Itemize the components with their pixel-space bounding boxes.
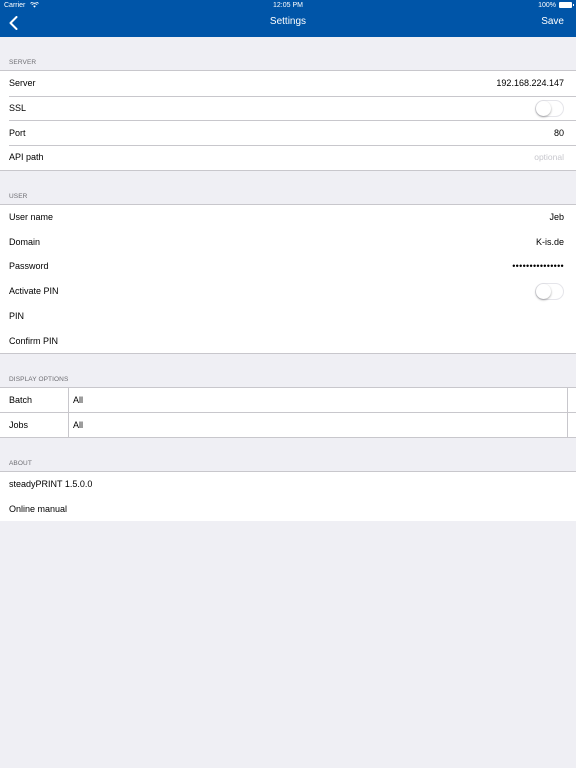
navigation-bar: Carrier 12:05 PM 100% Settings Save bbox=[0, 0, 576, 37]
confirm-pin-label: Confirm PIN bbox=[9, 335, 59, 346]
username-label: User name bbox=[9, 212, 54, 223]
batch-select[interactable]: All bbox=[69, 387, 568, 413]
version-label: steadyPRINT 1.5.0.0 bbox=[9, 479, 93, 490]
activate-pin-row: Activate PIN bbox=[0, 279, 576, 304]
confirm-pin-row[interactable]: Confirm PIN bbox=[0, 328, 576, 353]
activate-pin-label: Activate PIN bbox=[9, 286, 59, 297]
toggle-knob bbox=[536, 100, 551, 116]
port-label: Port bbox=[9, 127, 26, 138]
user-group: User name Jeb Domain K-is.de Password ••… bbox=[0, 203, 576, 354]
display-options-group: Batch All Jobs All bbox=[0, 386, 576, 438]
domain-label: Domain bbox=[9, 236, 41, 247]
section-header-display-options: DISPLAY OPTIONS bbox=[9, 375, 69, 383]
online-manual-link[interactable]: Online manual bbox=[9, 504, 67, 514]
server-group: Server 192.168.224.147 SSL Port 80 API p… bbox=[0, 70, 576, 171]
pin-label: PIN bbox=[9, 310, 25, 321]
status-bar: Carrier 12:05 PM 100% bbox=[0, 0, 576, 11]
server-field[interactable]: 192.168.224.147 bbox=[496, 78, 564, 88]
domain-row[interactable]: Domain K-is.de bbox=[0, 229, 576, 254]
page-title: Settings bbox=[269, 16, 307, 27]
ssl-label: SSL bbox=[9, 103, 27, 114]
server-label: Server bbox=[9, 78, 36, 89]
batch-row: Batch All bbox=[0, 387, 576, 413]
jobs-select[interactable]: All bbox=[69, 413, 568, 437]
server-row[interactable]: Server 192.168.224.147 bbox=[0, 71, 576, 96]
battery-percent: 100% bbox=[538, 2, 556, 9]
clock-label: 12:05 PM bbox=[273, 2, 303, 9]
password-label: Password bbox=[9, 261, 49, 272]
toggle-knob bbox=[536, 283, 551, 299]
section-header-server: SERVER bbox=[9, 59, 37, 66]
about-group: steadyPRINT 1.5.0.0 Online manual bbox=[0, 470, 576, 522]
section-header-user: USER bbox=[9, 192, 28, 200]
jobs-label: Jobs bbox=[0, 413, 69, 437]
ssl-row: SSL bbox=[0, 95, 576, 121]
version-row: steadyPRINT 1.5.0.0 bbox=[0, 472, 576, 497]
jobs-row: Jobs All bbox=[0, 412, 576, 437]
batch-label: Batch bbox=[0, 387, 69, 413]
api-path-row[interactable]: API path optional bbox=[0, 145, 576, 170]
port-row[interactable]: Port 80 bbox=[0, 120, 576, 145]
api-path-label: API path bbox=[9, 152, 44, 163]
ssl-toggle[interactable] bbox=[535, 99, 564, 117]
port-field[interactable]: 80 bbox=[554, 128, 564, 138]
password-row[interactable]: Password ••••••••••••••• bbox=[0, 254, 576, 279]
section-header-about: ABOUT bbox=[9, 459, 32, 467]
activate-pin-toggle[interactable] bbox=[535, 282, 564, 300]
save-button[interactable]: Save bbox=[541, 16, 564, 27]
settings-list: SERVER Server 192.168.224.147 SSL Port 8… bbox=[0, 37, 576, 522]
username-row[interactable]: User name Jeb bbox=[0, 205, 576, 230]
battery-icon bbox=[559, 2, 574, 8]
domain-field[interactable]: K-is.de bbox=[536, 237, 564, 247]
password-field[interactable]: ••••••••••••••• bbox=[512, 261, 564, 271]
online-manual-row[interactable]: Online manual bbox=[0, 497, 576, 522]
api-path-field[interactable]: optional bbox=[534, 152, 564, 162]
username-field[interactable]: Jeb bbox=[549, 212, 564, 222]
pin-row[interactable]: PIN bbox=[0, 304, 576, 329]
